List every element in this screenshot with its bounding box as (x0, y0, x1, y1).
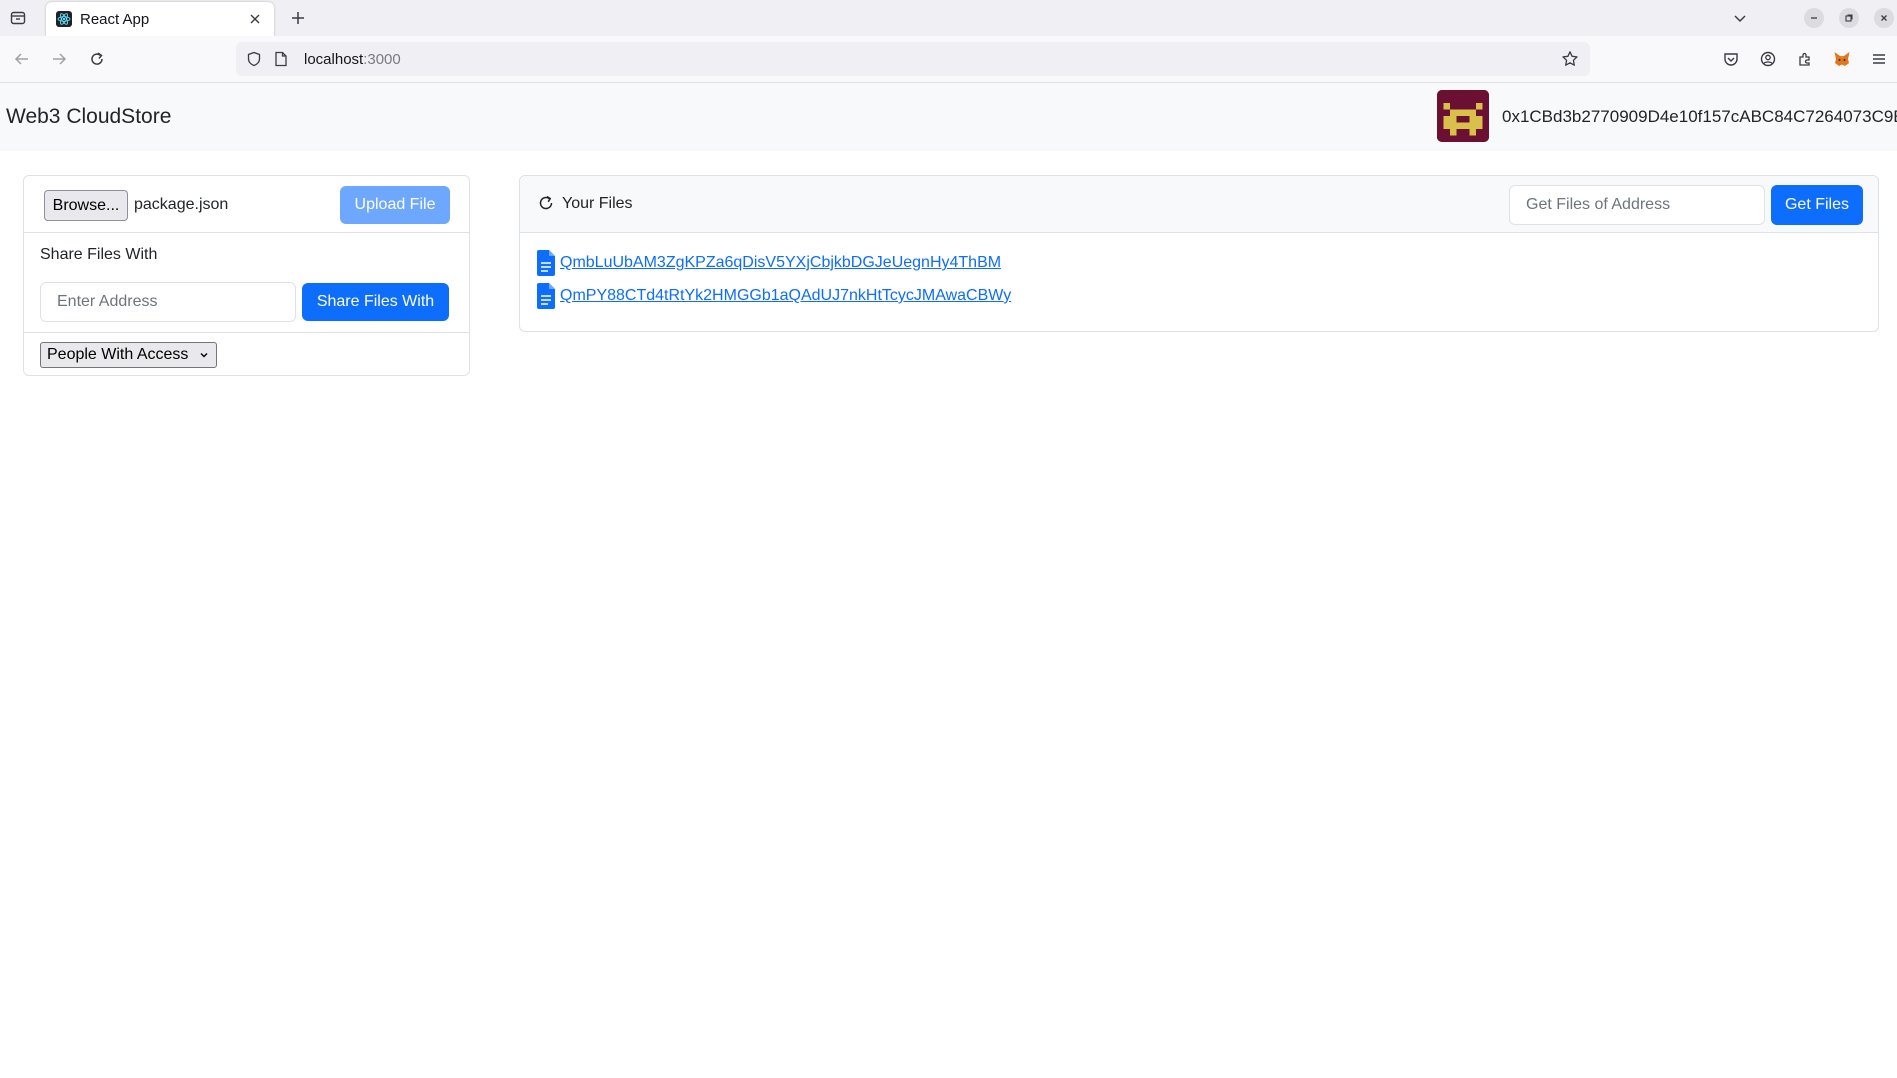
extensions-icon[interactable] (1792, 46, 1818, 72)
selected-file-name: package.json (134, 196, 229, 213)
app-navbar: Web3 CloudStore 0x1CBd3b2770909D4e10f157… (0, 83, 1897, 151)
files-card: Your Files Get Files QmbLuUbAM3ZgKPZa6qD… (519, 175, 1879, 332)
browser-tab-strip: React App (0, 0, 1897, 36)
file-list-item: QmPY88CTd4tRtYk2HMGGb1aQAdUJ7nkHtTcycJMA… (536, 283, 1011, 309)
react-icon (56, 11, 72, 27)
pocket-icon[interactable] (1718, 46, 1744, 72)
file-text-icon (537, 250, 555, 276)
account-icon[interactable] (1755, 46, 1781, 72)
chevron-down-icon (200, 353, 208, 358)
select-value: People With Access (47, 346, 189, 363)
url-text: localhost:3000 (304, 50, 401, 68)
brand-title: Web3 CloudStore (6, 105, 172, 128)
get-files-button[interactable]: Get Files (1771, 185, 1863, 225)
share-files-label: Share Files With (40, 246, 158, 263)
share-address-input[interactable] (40, 282, 296, 322)
minimize-icon[interactable] (1804, 8, 1824, 28)
upload-file-button[interactable]: Upload File (340, 186, 450, 224)
forward-arrow-icon[interactable] (46, 46, 72, 72)
account-address: 0x1CBd3b2770909D4e10f157cABC84C7264073C9… (1502, 107, 1897, 126)
tab-title: React App (80, 10, 150, 28)
bookmark-star-icon[interactable] (1558, 47, 1582, 71)
metamask-fox-icon[interactable] (1829, 46, 1855, 72)
file-list-item: QmbLuUbAM3ZgKPZa6qDisV5YXjCbjkbDGJeUegnH… (536, 250, 1001, 276)
file-link[interactable]: QmPY88CTd4tRtYk2HMGGb1aQAdUJ7nkHtTcycJMA… (560, 287, 1011, 305)
reload-icon[interactable] (84, 46, 110, 72)
new-tab-icon[interactable] (286, 6, 310, 30)
address-bar[interactable]: localhost:3000 (236, 42, 1590, 76)
tab-overview-icon[interactable] (6, 6, 30, 30)
browser-navbar: localhost:3000 (0, 36, 1897, 83)
your-files-title: Your Files (562, 195, 633, 212)
files-card-header: Your Files Get Files (520, 176, 1878, 233)
page-icon (272, 49, 290, 69)
restore-icon[interactable] (1839, 8, 1859, 28)
account-avatar (1437, 90, 1489, 142)
back-arrow-icon[interactable] (9, 46, 35, 72)
file-text-icon (537, 283, 555, 309)
menu-icon[interactable] (1866, 46, 1892, 72)
close-icon[interactable] (246, 10, 264, 28)
divider (24, 232, 469, 233)
window-close-icon[interactable] (1874, 8, 1894, 28)
get-files-address-input[interactable] (1509, 185, 1765, 225)
upload-share-card: Browse... package.json Upload File Share… (23, 175, 470, 376)
people-with-access-select[interactable]: People With Access (40, 342, 217, 368)
shield-icon[interactable] (244, 49, 264, 69)
chevron-down-icon[interactable] (1728, 6, 1752, 30)
divider (24, 332, 469, 333)
browser-tab[interactable]: React App (46, 2, 274, 36)
refresh-icon[interactable] (537, 194, 555, 212)
share-files-button[interactable]: Share Files With (302, 283, 449, 321)
file-link[interactable]: QmbLuUbAM3ZgKPZa6qDisV5YXjCbjkbDGJeUegnH… (560, 254, 1001, 272)
browse-button[interactable]: Browse... (44, 190, 128, 221)
